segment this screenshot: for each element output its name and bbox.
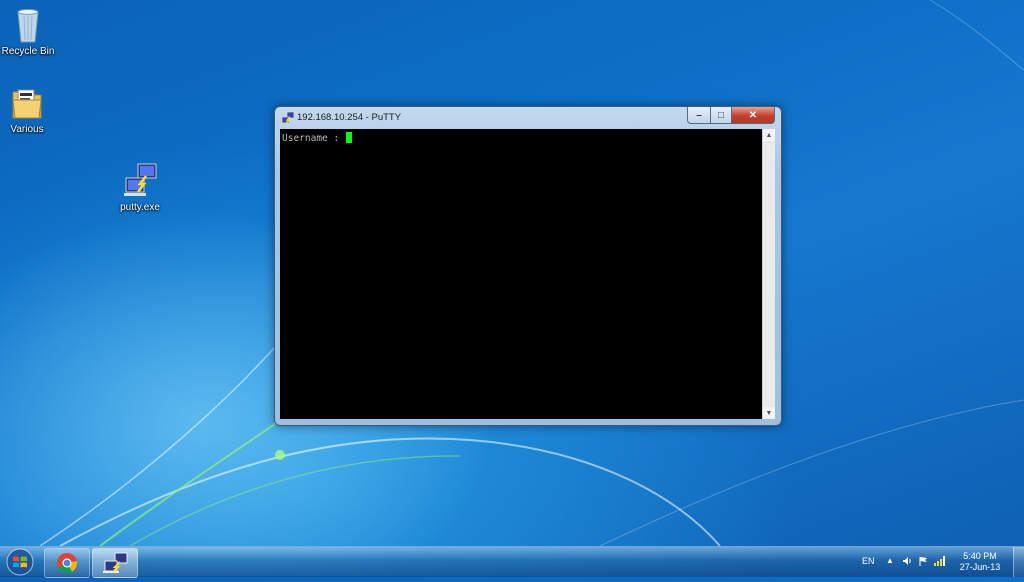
putty-icon (120, 162, 160, 200)
putty-exe-desktop-icon[interactable]: putty.exe (105, 162, 175, 214)
clock-time: 5:40 PM (963, 551, 997, 561)
scroll-up-arrow-icon[interactable]: ▲ (763, 129, 775, 141)
username-prompt: Username : (282, 133, 345, 144)
maximize-icon: □ (717, 109, 725, 121)
volume-icon[interactable] (902, 556, 912, 566)
network-signal-icon[interactable] (934, 556, 945, 566)
taskbar-chrome-button[interactable] (44, 548, 90, 578)
minimize-button[interactable]: – (687, 107, 711, 124)
vertical-scrollbar[interactable]: ▲ ▼ (762, 129, 775, 419)
recycle-bin-icon (8, 6, 48, 44)
window-title: 192.168.10.254 - PuTTY (297, 112, 402, 123)
show-desktop-button[interactable] (1013, 547, 1024, 577)
taskbar: EN ▲ 5:40 PM 27-Jun-13 (0, 546, 1024, 578)
caption-buttons: – □ ✕ (687, 107, 775, 124)
terminal-area[interactable]: Username : (280, 129, 762, 419)
clock[interactable]: 5:40 PM 27-Jun-13 (956, 551, 1004, 573)
clock-date: 27-Jun-13 (959, 562, 1001, 572)
action-center-flag-icon[interactable] (918, 556, 928, 566)
putty-window[interactable]: 192.168.10.254 - PuTTY – □ ✕ Username : … (274, 106, 782, 426)
desktop-icon-label: Recycle Bin (1, 46, 55, 57)
system-tray: EN ▲ 5:40 PM 27-Jun-13 (854, 547, 1024, 577)
close-icon: ✕ (748, 109, 758, 121)
various-folder-desktop-icon[interactable]: Various (0, 84, 62, 136)
folder-icon (7, 84, 47, 122)
scroll-down-arrow-icon[interactable]: ▼ (763, 407, 775, 419)
title-bar[interactable]: 192.168.10.254 - PuTTY – □ ✕ (275, 107, 781, 129)
putty-icon (103, 552, 128, 573)
chrome-icon (57, 553, 78, 574)
desktop-icon-label: putty.exe (120, 202, 160, 213)
taskbar-putty-button[interactable] (92, 548, 138, 578)
putty-icon (281, 111, 295, 125)
terminal-cursor (345, 132, 352, 143)
close-button[interactable]: ✕ (732, 107, 775, 124)
terminal-line: Username : (282, 132, 352, 144)
minimize-icon: – (696, 109, 702, 121)
desktop-icon-label: Various (10, 124, 44, 135)
show-hidden-icons-arrow-icon[interactable]: ▲ (886, 556, 896, 566)
maximize-button[interactable]: □ (711, 107, 732, 124)
recycle-bin-desktop-icon[interactable]: Recycle Bin (0, 6, 63, 58)
start-button[interactable] (3, 548, 37, 576)
language-indicator[interactable]: EN (862, 556, 875, 566)
